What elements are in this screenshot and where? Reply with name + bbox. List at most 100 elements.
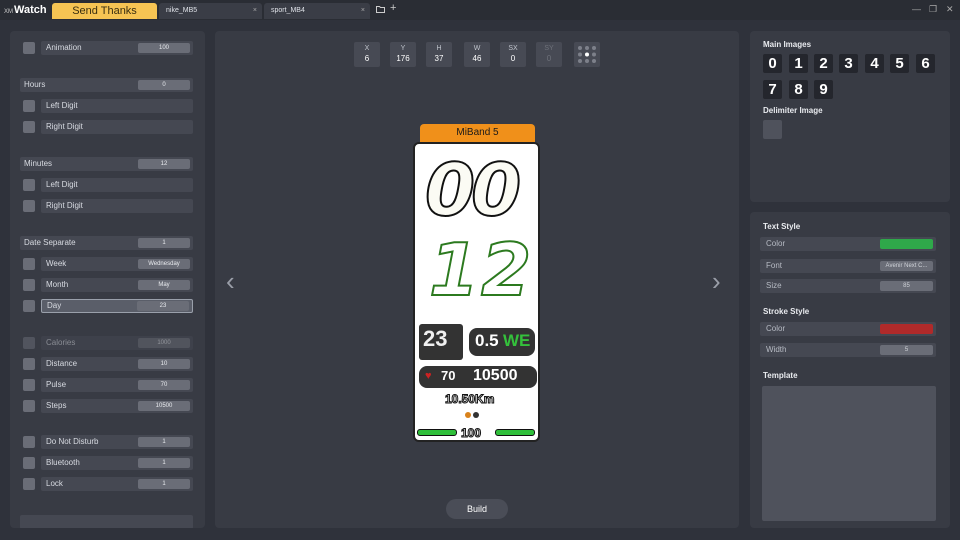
pulse-checkbox[interactable] — [23, 379, 35, 391]
tab-sport-mb4[interactable]: sport_MB4 × — [264, 3, 370, 19]
bluetooth-value[interactable]: 1 — [138, 458, 190, 468]
hours-group[interactable]: Hours 0 — [20, 78, 193, 92]
stroke-color-swatch[interactable] — [880, 324, 933, 334]
close-icon[interactable]: × — [361, 3, 365, 19]
lock-row[interactable]: Lock 1 — [41, 477, 193, 491]
week-select[interactable]: Wednesday — [138, 259, 190, 269]
calories-row[interactable]: Calories 1000 — [41, 336, 193, 350]
minutes-left-digit-checkbox[interactable] — [23, 179, 35, 191]
week-row[interactable]: Week Wednesday — [41, 257, 193, 271]
minutes-right-digit-checkbox[interactable] — [23, 200, 35, 212]
date-separate-group[interactable]: Date Separate 1 — [20, 236, 193, 250]
w-field[interactable]: W 46 — [464, 42, 490, 67]
bluetooth-row[interactable]: Bluetooth 1 — [41, 456, 193, 470]
font-row[interactable]: Font Avenir Next C... — [760, 259, 936, 273]
month-row[interactable]: Month May — [41, 278, 193, 292]
size-value[interactable]: 85 — [880, 281, 933, 291]
stroke-color-row[interactable]: Color — [760, 322, 936, 336]
next-group-partial[interactable] — [20, 515, 193, 528]
digit-image-9[interactable]: 9 — [814, 80, 833, 99]
next-arrow-icon[interactable]: › — [712, 266, 721, 297]
build-button[interactable]: Build — [446, 499, 508, 519]
title-bar: XMWatch Send Thanks nike_MB5 × sport_MB4… — [0, 0, 960, 20]
size-row[interactable]: Size 85 — [760, 279, 936, 293]
stroke-width-value[interactable]: 5 — [880, 345, 933, 355]
calories-value[interactable]: 1000 — [138, 338, 190, 348]
device-label: MiBand 5 — [420, 124, 535, 142]
day-row[interactable]: Day 23 — [41, 299, 193, 313]
day-checkbox[interactable] — [23, 300, 35, 312]
dnd-checkbox[interactable] — [23, 436, 35, 448]
steps-checkbox[interactable] — [23, 400, 35, 412]
steps-value[interactable]: 10500 — [138, 401, 190, 411]
minutes-right-digit-row[interactable]: Right Digit — [41, 199, 193, 213]
dnd-value[interactable]: 1 — [138, 437, 190, 447]
watch-face-preview[interactable]: 00 12 23 0.5 WE ♥ 70 10500 10.50Km 100 — [413, 142, 540, 442]
animation-row[interactable]: Animation 100 — [41, 41, 193, 55]
dnd-row[interactable]: Do Not Disturb 1 — [41, 435, 193, 449]
distance-row[interactable]: Distance 10 — [41, 357, 193, 371]
delimiter-image-slot[interactable] — [763, 120, 782, 139]
hours-left-digit-row[interactable]: Left Digit — [41, 99, 193, 113]
digit-image-4[interactable]: 4 — [865, 54, 884, 73]
tab-label: nike_MB5 — [166, 7, 198, 14]
digit-image-0[interactable]: 0 — [763, 54, 782, 73]
digit-image-7[interactable]: 7 — [763, 80, 782, 99]
template-area[interactable] — [762, 386, 936, 521]
add-tab-icon[interactable]: + — [390, 3, 396, 14]
prev-arrow-icon[interactable]: ‹ — [226, 266, 235, 297]
sy-field[interactable]: SY 0 — [536, 42, 562, 67]
minutes-group[interactable]: Minutes 12 — [20, 157, 193, 171]
text-style-label: Text Style — [763, 222, 801, 231]
date-separate-value[interactable]: 1 — [138, 238, 190, 248]
tab-label: sport_MB4 — [271, 7, 305, 14]
digit-image-5[interactable]: 5 — [890, 54, 909, 73]
week-checkbox[interactable] — [23, 258, 35, 270]
hours-right-digit-row[interactable]: Right Digit — [41, 120, 193, 134]
x-field[interactable]: X6 — [354, 42, 380, 67]
digit-image-1[interactable]: 1 — [789, 54, 808, 73]
minutes-value[interactable]: 12 — [138, 159, 190, 169]
digit-image-3[interactable]: 3 — [839, 54, 858, 73]
sx-field[interactable]: SX 0 — [500, 42, 526, 67]
h-field[interactable]: H 37 — [426, 42, 452, 67]
alignment-grid-icon[interactable] — [574, 42, 600, 67]
pulse-value[interactable]: 70 — [138, 380, 190, 390]
hours-right-digit-checkbox[interactable] — [23, 121, 35, 133]
text-color-row[interactable]: Color — [760, 237, 936, 251]
animation-value[interactable]: 100 — [138, 43, 190, 53]
day-value[interactable]: 23 — [137, 301, 189, 311]
close-icon[interactable]: × — [253, 3, 257, 19]
distance-value[interactable]: 10 — [138, 359, 190, 369]
digit-image-8[interactable]: 8 — [789, 80, 808, 99]
maximize-button[interactable]: ❐ — [929, 4, 937, 15]
animation-checkbox[interactable] — [23, 42, 35, 54]
app-logo: XMWatch — [4, 4, 47, 16]
digit-image-2[interactable]: 2 — [814, 54, 833, 73]
folder-icon[interactable] — [376, 5, 385, 15]
battery-bar-left — [417, 429, 457, 436]
bluetooth-checkbox[interactable] — [23, 457, 35, 469]
month-select[interactable]: May — [138, 280, 190, 290]
status-dots-icon-2 — [473, 412, 479, 418]
y-field[interactable]: Y 176 — [390, 42, 416, 67]
preview-day: 23 — [423, 326, 448, 351]
tab-nike-mb5[interactable]: nike_MB5 × — [159, 3, 262, 19]
close-window-button[interactable]: ✕ — [946, 4, 954, 15]
month-checkbox[interactable] — [23, 279, 35, 291]
hours-left-digit-checkbox[interactable] — [23, 100, 35, 112]
font-select[interactable]: Avenir Next C... — [880, 261, 933, 271]
lock-checkbox[interactable] — [23, 478, 35, 490]
lock-value[interactable]: 1 — [138, 479, 190, 489]
steps-row[interactable]: Steps 10500 — [41, 399, 193, 413]
minimize-button[interactable]: — — [912, 4, 921, 14]
distance-checkbox[interactable] — [23, 358, 35, 370]
send-thanks-button[interactable]: Send Thanks — [52, 3, 157, 19]
minutes-left-digit-row[interactable]: Left Digit — [41, 178, 193, 192]
pulse-row[interactable]: Pulse 70 — [41, 378, 193, 392]
digit-image-6[interactable]: 6 — [916, 54, 935, 73]
text-color-swatch[interactable] — [880, 239, 933, 249]
hours-value[interactable]: 0 — [138, 80, 190, 90]
calories-checkbox[interactable] — [23, 337, 35, 349]
stroke-width-row[interactable]: Width 5 — [760, 343, 936, 357]
